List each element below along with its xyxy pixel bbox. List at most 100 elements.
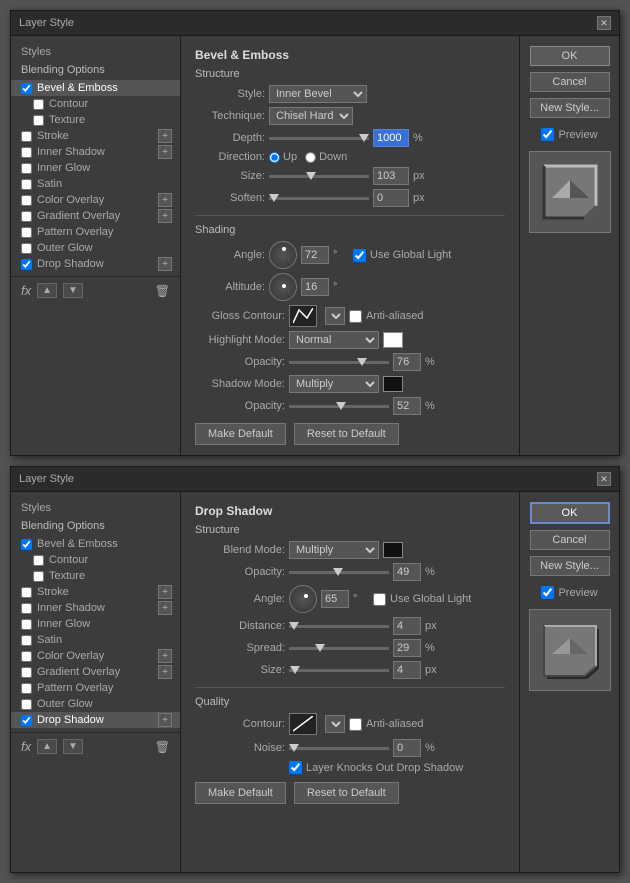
- dialog1-global-light-checkbox[interactable]: [353, 249, 366, 262]
- dialog1-move-up-btn[interactable]: ▲: [37, 283, 57, 298]
- dialog1-depth-input[interactable]: [373, 129, 409, 147]
- dialog2-blend-color-swatch[interactable]: [383, 542, 403, 558]
- dialog1-inner-glow-label[interactable]: Inner Glow: [37, 162, 90, 174]
- dialog2-blending-options[interactable]: Blending Options: [11, 518, 180, 534]
- dialog2-satin-label[interactable]: Satin: [37, 634, 62, 646]
- dialog1-close-button[interactable]: ✕: [597, 16, 611, 30]
- dialog1-shadow-color-swatch[interactable]: [383, 376, 403, 392]
- dialog1-layer-item-gradient-overlay[interactable]: Gradient Overlay +: [11, 208, 180, 224]
- dialog2-trash-icon[interactable]: 🗑: [155, 740, 170, 754]
- dialog2-anti-aliased-checkbox[interactable]: [349, 718, 362, 731]
- dialog1-contour-checkbox[interactable]: [33, 99, 44, 110]
- dialog2-reset-to-default-btn[interactable]: Reset to Default: [294, 782, 399, 804]
- dialog2-noise-slider[interactable]: [289, 747, 389, 750]
- dialog1-outer-glow-label[interactable]: Outer Glow: [37, 242, 93, 254]
- dialog1-satin-label[interactable]: Satin: [37, 178, 62, 190]
- dialog1-pattern-overlay-checkbox[interactable]: [21, 227, 32, 238]
- dialog2-size-slider[interactable]: [289, 669, 389, 672]
- dialog1-size-slider[interactable]: [269, 175, 369, 178]
- dialog2-contour-preview[interactable]: [289, 713, 317, 735]
- dialog2-inner-shadow-label[interactable]: Inner Shadow: [37, 602, 105, 614]
- dialog2-inner-shadow-plus[interactable]: +: [158, 601, 172, 615]
- dialog1-preview-item[interactable]: Preview: [541, 128, 597, 141]
- dialog1-stroke-checkbox[interactable]: [21, 131, 32, 142]
- dialog2-texture-label[interactable]: Texture: [49, 570, 85, 582]
- dialog2-layer-item-contour[interactable]: Contour: [11, 552, 180, 568]
- dialog1-outer-glow-checkbox[interactable]: [21, 243, 32, 254]
- dialog2-opacity-input[interactable]: [393, 563, 421, 581]
- dialog1-depth-slider[interactable]: [269, 137, 369, 140]
- dialog1-layer-item-outer-glow[interactable]: Outer Glow: [11, 240, 180, 256]
- dialog1-satin-checkbox[interactable]: [21, 179, 32, 190]
- dialog2-layer-item-inner-shadow[interactable]: Inner Shadow +: [11, 600, 180, 616]
- dialog1-drop-shadow-checkbox[interactable]: [21, 259, 32, 270]
- dialog2-noise-input[interactable]: [393, 739, 421, 757]
- dialog1-layer-item-satin[interactable]: Satin: [11, 176, 180, 192]
- dialog1-direction-up[interactable]: Up: [269, 151, 297, 163]
- dialog2-layer-knocks-checkbox[interactable]: [289, 761, 302, 774]
- dialog2-layer-item-outer-glow[interactable]: Outer Glow: [11, 696, 180, 712]
- dialog2-bevel-label[interactable]: Bevel & Emboss: [37, 538, 118, 550]
- dialog1-angle-input[interactable]: [301, 246, 329, 264]
- dialog1-gradient-overlay-plus[interactable]: +: [158, 209, 172, 223]
- dialog2-bevel-checkbox[interactable]: [21, 539, 32, 550]
- dialog1-new-style-btn[interactable]: New Style...: [530, 98, 610, 118]
- dialog2-stroke-label[interactable]: Stroke: [37, 586, 69, 598]
- dialog1-global-light-item[interactable]: Use Global Light: [353, 249, 451, 262]
- dialog2-preview-checkbox[interactable]: [541, 586, 554, 599]
- dialog2-gradient-overlay-plus[interactable]: +: [158, 665, 172, 679]
- dialog1-color-overlay-checkbox[interactable]: [21, 195, 32, 206]
- dialog2-global-light-item[interactable]: Use Global Light: [373, 593, 471, 606]
- dialog1-preview-checkbox[interactable]: [541, 128, 554, 141]
- dialog1-highlight-mode-select[interactable]: Normal Multiply Screen: [289, 331, 379, 349]
- dialog1-inner-shadow-plus[interactable]: +: [158, 145, 172, 159]
- dialog1-color-overlay-label[interactable]: Color Overlay: [37, 194, 104, 206]
- dialog2-outer-glow-checkbox[interactable]: [21, 699, 32, 710]
- dialog1-cancel-btn[interactable]: Cancel: [530, 72, 610, 92]
- dialog2-blend-mode-select[interactable]: Multiply Normal Screen: [289, 541, 379, 559]
- dialog1-angle-dial[interactable]: [269, 241, 297, 269]
- dialog2-preview-item[interactable]: Preview: [541, 586, 597, 599]
- dialog1-bevel-checkbox[interactable]: [21, 83, 32, 94]
- dialog2-opacity-slider[interactable]: [289, 571, 389, 574]
- dialog1-shadow-opacity-slider[interactable]: [289, 405, 389, 408]
- dialog1-layer-item-inner-glow[interactable]: Inner Glow: [11, 160, 180, 176]
- dialog1-shadow-mode-select[interactable]: Multiply Normal Screen: [289, 375, 379, 393]
- dialog2-layer-item-gradient-overlay[interactable]: Gradient Overlay +: [11, 664, 180, 680]
- dialog2-stroke-plus[interactable]: +: [158, 585, 172, 599]
- dialog1-texture-label[interactable]: Texture: [49, 114, 85, 126]
- dialog1-color-overlay-plus[interactable]: +: [158, 193, 172, 207]
- dialog2-move-up-btn[interactable]: ▲: [37, 739, 57, 754]
- dialog2-layer-item-drop-shadow[interactable]: Drop Shadow +: [11, 712, 180, 728]
- dialog2-layer-knocks-item[interactable]: Layer Knocks Out Drop Shadow: [289, 761, 463, 774]
- dialog2-pattern-overlay-label[interactable]: Pattern Overlay: [37, 682, 113, 694]
- dialog2-drop-shadow-label[interactable]: Drop Shadow: [37, 714, 104, 726]
- dialog2-make-default-btn[interactable]: Make Default: [195, 782, 286, 804]
- dialog2-distance-input[interactable]: [393, 617, 421, 635]
- dialog2-color-overlay-checkbox[interactable]: [21, 651, 32, 662]
- dialog1-blending-options[interactable]: Blending Options: [11, 62, 180, 78]
- dialog1-reset-to-default-btn[interactable]: Reset to Default: [294, 423, 399, 445]
- dialog1-contour-preview[interactable]: [289, 305, 317, 327]
- dialog1-drop-shadow-label[interactable]: Drop Shadow: [37, 258, 104, 270]
- dialog1-highlight-color-swatch[interactable]: [383, 332, 403, 348]
- dialog1-make-default-btn[interactable]: Make Default: [195, 423, 286, 445]
- dialog1-layer-item-stroke[interactable]: Stroke +: [11, 128, 180, 144]
- dialog1-shadow-opacity-input[interactable]: [393, 397, 421, 415]
- dialog2-layer-item-color-overlay[interactable]: Color Overlay +: [11, 648, 180, 664]
- dialog2-gradient-overlay-label[interactable]: Gradient Overlay: [37, 666, 120, 678]
- dialog2-move-down-btn[interactable]: ▼: [63, 739, 83, 754]
- dialog1-move-down-btn[interactable]: ▼: [63, 283, 83, 298]
- dialog1-layer-item-texture[interactable]: Texture: [11, 112, 180, 128]
- dialog2-contour-checkbox[interactable]: [33, 555, 44, 566]
- dialog2-satin-checkbox[interactable]: [21, 635, 32, 646]
- dialog2-layer-item-stroke[interactable]: Stroke +: [11, 584, 180, 600]
- dialog2-inner-glow-checkbox[interactable]: [21, 619, 32, 630]
- dialog1-drop-shadow-plus[interactable]: +: [158, 257, 172, 271]
- dialog2-pattern-overlay-checkbox[interactable]: [21, 683, 32, 694]
- dialog1-altitude-input[interactable]: [301, 278, 329, 296]
- dialog2-contour-select[interactable]: [325, 715, 345, 733]
- dialog2-distance-slider[interactable]: [289, 625, 389, 628]
- dialog2-anti-aliased-item[interactable]: Anti-aliased: [349, 718, 423, 731]
- dialog1-layer-item-bevel[interactable]: Bevel & Emboss: [11, 80, 180, 96]
